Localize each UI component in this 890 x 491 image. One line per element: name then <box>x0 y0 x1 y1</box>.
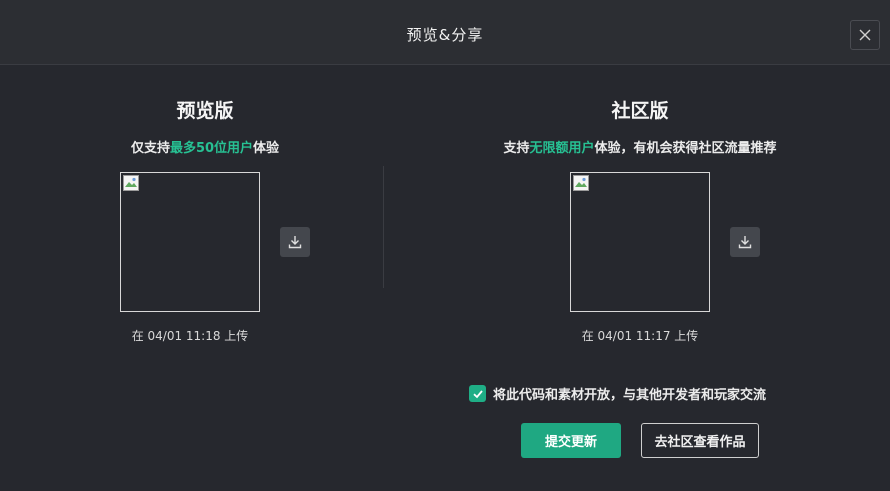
open-source-checkbox[interactable] <box>469 385 486 402</box>
preview-subtitle-highlight: 最多50位用户 <box>169 141 254 156</box>
broken-image-icon <box>573 175 589 191</box>
close-icon <box>859 29 871 41</box>
open-source-option: 将此代码和素材开放，与其他开发者和玩家交流 <box>469 384 766 403</box>
community-upload-time: 在 04/01 11:17 上传 <box>581 329 699 343</box>
preview-qr-code <box>120 172 260 312</box>
community-heading: 社区版 <box>611 100 669 122</box>
submit-update-button[interactable]: 提交更新 <box>521 423 621 458</box>
community-subtitle-prefix: 支持 <box>503 141 530 156</box>
community-qr-code <box>570 172 710 312</box>
preview-download-button[interactable] <box>280 227 310 257</box>
preview-upload-time: 在 04/01 11:18 上传 <box>131 329 249 343</box>
community-subtitle: 支持无限额用户体验，有机会获得社区流量推荐 <box>460 137 820 156</box>
preview-heading: 预览版 <box>176 100 234 122</box>
preview-subtitle-suffix: 体验 <box>253 141 280 156</box>
community-subtitle-suffix: 体验，有机会获得社区流量推荐 <box>594 141 777 156</box>
column-divider <box>383 166 384 288</box>
preview-share-dialog: 预览&分享 预览版 仅支持最多50位用户体验 社区版 支持无限额用户体验，有机会… <box>0 0 890 491</box>
download-icon <box>288 236 302 249</box>
community-download-button[interactable] <box>730 227 760 257</box>
preview-subtitle: 仅支持最多50位用户体验 <box>40 137 370 156</box>
download-icon <box>738 236 752 249</box>
preview-subtitle-prefix: 仅支持 <box>130 141 170 156</box>
community-subtitle-highlight: 无限额用户 <box>529 141 595 156</box>
close-button[interactable] <box>850 20 880 50</box>
dialog-header: 预览&分享 <box>0 0 890 65</box>
dialog-title: 预览&分享 <box>406 26 484 44</box>
checkmark-icon <box>472 389 483 398</box>
open-source-label: 将此代码和素材开放，与其他开发者和玩家交流 <box>493 388 767 403</box>
broken-image-icon <box>123 175 139 191</box>
view-community-button[interactable]: 去社区查看作品 <box>641 423 759 458</box>
community-section: 社区版 支持无限额用户体验，有机会获得社区流量推荐 <box>460 96 820 156</box>
preview-section: 预览版 仅支持最多50位用户体验 <box>40 96 370 156</box>
